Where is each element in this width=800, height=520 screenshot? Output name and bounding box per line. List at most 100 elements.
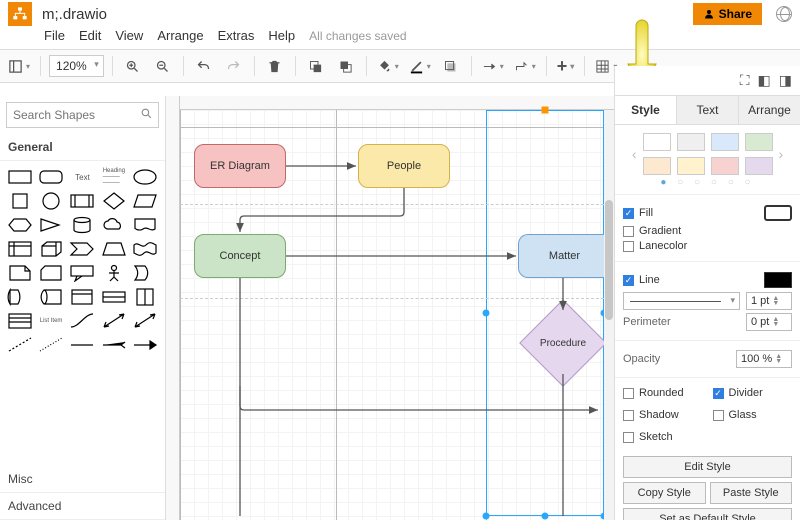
canvas-scrollbar[interactable] — [604, 110, 614, 520]
opacity-input[interactable]: 100 %▲▼ — [736, 350, 792, 368]
gradient-checkbox[interactable]: Gradient — [623, 225, 792, 237]
set-default-style-button[interactable]: Set as Default Style — [623, 508, 792, 520]
shape-dotted[interactable] — [37, 335, 64, 355]
zoom-out-icon[interactable] — [151, 54, 175, 78]
share-button[interactable]: Share — [693, 3, 762, 25]
menu-file[interactable]: File — [44, 28, 65, 43]
shape-document[interactable] — [132, 215, 159, 235]
sketch-checkbox[interactable]: Sketch — [623, 431, 703, 443]
node-matter[interactable]: Matter — [518, 234, 610, 278]
menu-help[interactable]: Help — [268, 28, 295, 43]
shape-rect[interactable] — [6, 167, 33, 187]
shadow-checkbox[interactable]: Shadow — [623, 409, 703, 421]
fullscreen-icon[interactable]: ⛶ — [740, 72, 750, 89]
shape-cube[interactable] — [37, 239, 64, 259]
shape-card[interactable] — [37, 263, 64, 283]
shape-heading[interactable]: Heading──────── — [100, 167, 127, 187]
shape-line2[interactable] — [100, 335, 127, 355]
shape-hline[interactable] — [100, 287, 127, 307]
shape-trapezoid[interactable] — [100, 239, 127, 259]
copy-style-button[interactable]: Copy Style — [623, 482, 706, 504]
redo-icon[interactable] — [222, 54, 246, 78]
shape-actor[interactable] — [100, 263, 127, 283]
swatch-next-icon[interactable]: › — [777, 146, 786, 162]
swatch-2[interactable] — [677, 133, 705, 151]
menu-view[interactable]: View — [115, 28, 143, 43]
shape-internal[interactable] — [6, 239, 33, 259]
shadow-icon[interactable] — [439, 54, 463, 78]
resize-handle-s[interactable] — [542, 513, 549, 520]
menu-arrange[interactable]: Arrange — [157, 28, 203, 43]
menu-edit[interactable]: Edit — [79, 28, 101, 43]
swatch-5[interactable] — [643, 157, 671, 175]
fill-color-icon[interactable] — [375, 54, 401, 78]
shape-roundrect[interactable] — [37, 167, 64, 187]
rotate-handle[interactable] — [542, 107, 549, 114]
line-width-input[interactable]: 1 pt▲▼ — [746, 292, 792, 310]
undo-icon[interactable] — [192, 54, 216, 78]
shape-listitem[interactable]: List Item — [37, 311, 64, 331]
fill-color-swatch[interactable] — [764, 205, 792, 221]
collapse-right-icon[interactable]: ◧ — [758, 72, 771, 89]
lane-border-0[interactable] — [180, 110, 181, 520]
line-color-swatch[interactable] — [764, 272, 792, 288]
canvas[interactable]: ER Diagram People Concept Matter Procedu… — [166, 96, 614, 520]
view-mode-button[interactable] — [6, 54, 32, 78]
insert-icon[interactable]: + — [555, 54, 577, 78]
shape-or[interactable] — [6, 287, 33, 307]
search-input[interactable] — [6, 102, 159, 128]
shape-diamond[interactable] — [100, 191, 127, 211]
shape-hexagon[interactable] — [6, 215, 33, 235]
shape-dashed[interactable] — [6, 335, 33, 355]
shape-step[interactable] — [69, 239, 96, 259]
shape-curve-right[interactable] — [132, 263, 159, 283]
tab-text[interactable]: Text — [677, 96, 739, 124]
swatch-3[interactable] — [711, 133, 739, 151]
fill-checkbox[interactable]: ✓Fill — [623, 207, 653, 219]
menu-extras[interactable]: Extras — [218, 28, 255, 43]
edit-style-button[interactable]: Edit Style — [623, 456, 792, 478]
group-advanced[interactable]: Advanced — [0, 493, 165, 520]
group-misc[interactable]: Misc — [0, 466, 165, 493]
shape-process[interactable] — [69, 191, 96, 211]
resize-handle-sw[interactable] — [483, 513, 490, 520]
shape-window[interactable] — [69, 287, 96, 307]
tab-arrange[interactable]: Arrange — [739, 96, 800, 124]
swatch-7[interactable] — [711, 157, 739, 175]
waypoint-icon[interactable] — [512, 54, 538, 78]
shape-text[interactable]: Text — [69, 167, 96, 187]
swatch-pager[interactable]: ● ○ ○ ○ ○ ○ — [615, 177, 800, 194]
shape-parallelogram[interactable] — [132, 191, 159, 211]
to-front-icon[interactable] — [304, 54, 328, 78]
zoom-in-icon[interactable] — [121, 54, 145, 78]
language-icon[interactable] — [776, 6, 792, 22]
lanecolor-checkbox[interactable]: Lanecolor — [623, 240, 792, 252]
shape-circle[interactable] — [37, 191, 64, 211]
rounded-checkbox[interactable]: Rounded — [623, 387, 703, 399]
collapse-format-icon[interactable]: ◨ — [779, 72, 792, 89]
tab-style[interactable]: Style — [615, 96, 677, 124]
shape-line1[interactable] — [69, 335, 96, 355]
group-general[interactable]: General — [0, 134, 165, 161]
connection-icon[interactable] — [480, 54, 506, 78]
delete-icon[interactable] — [263, 54, 287, 78]
perimeter-input[interactable]: 0 pt▲▼ — [746, 313, 792, 331]
to-back-icon[interactable] — [334, 54, 358, 78]
shape-note[interactable] — [6, 263, 33, 283]
line-style-select[interactable] — [623, 292, 740, 310]
shape-biarrow[interactable] — [100, 311, 127, 331]
scrollbar-thumb[interactable] — [605, 200, 613, 320]
shape-arrow-thick[interactable] — [132, 311, 159, 331]
shape-triangle[interactable] — [37, 215, 64, 235]
swatch-prev-icon[interactable]: ‹ — [630, 146, 639, 162]
resize-handle-w[interactable] — [483, 310, 490, 317]
line-checkbox[interactable]: ✓Line — [623, 274, 660, 286]
shape-ellipse[interactable] — [132, 167, 159, 187]
swatch-4[interactable] — [745, 133, 773, 151]
shape-datastore[interactable] — [37, 287, 64, 307]
zoom-select[interactable]: 120% — [49, 55, 104, 77]
node-concept[interactable]: Concept — [194, 234, 286, 278]
node-er-diagram[interactable]: ER Diagram — [194, 144, 286, 188]
paste-style-button[interactable]: Paste Style — [710, 482, 793, 504]
document-title[interactable]: m;.drawio — [42, 6, 107, 23]
